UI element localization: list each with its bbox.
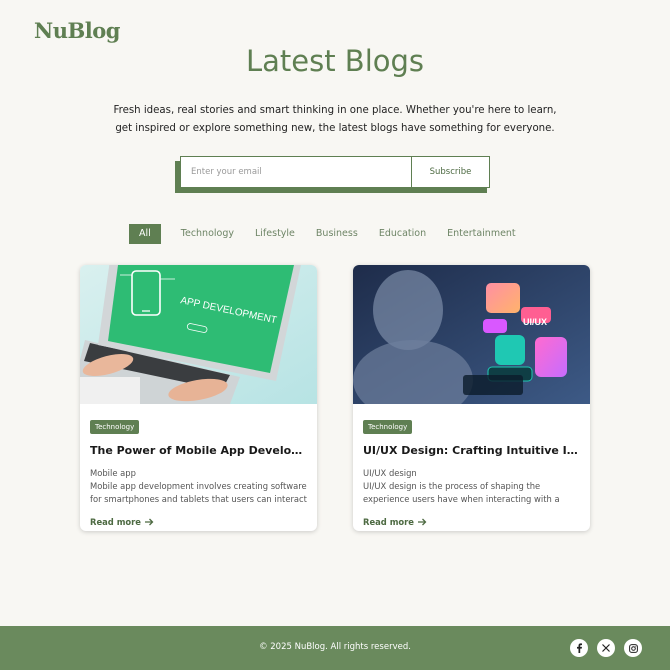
card-excerpt: UI/UX design is the process of shaping t… <box>363 481 560 504</box>
read-more-label: Read more <box>90 517 141 527</box>
card-title[interactable]: The Power of Mobile App Development:... <box>90 444 307 457</box>
filter-business[interactable]: Business <box>316 224 358 244</box>
instagram-link[interactable] <box>624 639 642 657</box>
footer: © 2025 NuBlog. All rights reserved. <box>0 626 670 670</box>
ui-ux-design-image: UI/UX <box>353 265 590 404</box>
card-title[interactable]: UI/UX Design: Crafting Intuitive Interfa… <box>363 444 580 457</box>
filter-technology[interactable]: Technology <box>181 224 234 244</box>
filter-lifestyle[interactable]: Lifestyle <box>255 224 295 244</box>
category-badge: Technology <box>90 420 140 434</box>
filter-entertainment[interactable]: Entertainment <box>447 224 516 244</box>
page-title: Latest Blogs <box>245 44 425 78</box>
category-filters: All Technology Lifestyle Business Educat… <box>129 224 537 244</box>
mobile-app-development-image: APP DEVELOPMENT <box>80 265 317 404</box>
card-category: Mobile app <box>90 468 136 478</box>
arrow-right-icon <box>144 518 154 526</box>
intro-text: Fresh ideas, real stories and smart thin… <box>113 105 557 134</box>
subscribe-form: Subscribe <box>180 156 490 188</box>
read-more-link[interactable]: Read more <box>90 517 154 527</box>
logo[interactable]: NuBlog <box>34 18 120 43</box>
facebook-icon <box>577 643 582 653</box>
blog-card[interactable]: UI/UX Technology UI/UX Design: Crafting … <box>353 265 590 531</box>
arrow-right-icon <box>417 518 427 526</box>
subscribe-button[interactable]: Subscribe <box>411 157 489 187</box>
x-link[interactable] <box>597 639 615 657</box>
filter-all[interactable]: All <box>129 224 161 244</box>
social-links <box>570 639 642 657</box>
image-caption: UI/UX <box>523 317 547 327</box>
email-input[interactable] <box>181 157 411 187</box>
x-icon <box>602 644 610 652</box>
facebook-link[interactable] <box>570 639 588 657</box>
filter-education[interactable]: Education <box>379 224 426 244</box>
card-category: UI/UX design <box>363 468 417 478</box>
blog-card[interactable]: APP DEVELOPMENT Technology The Power of … <box>80 265 317 531</box>
card-excerpt: Mobile app development involves creating… <box>90 481 307 504</box>
read-more-link[interactable]: Read more <box>363 517 427 527</box>
category-badge: Technology <box>363 420 413 434</box>
instagram-icon <box>628 643 638 653</box>
read-more-label: Read more <box>363 517 414 527</box>
